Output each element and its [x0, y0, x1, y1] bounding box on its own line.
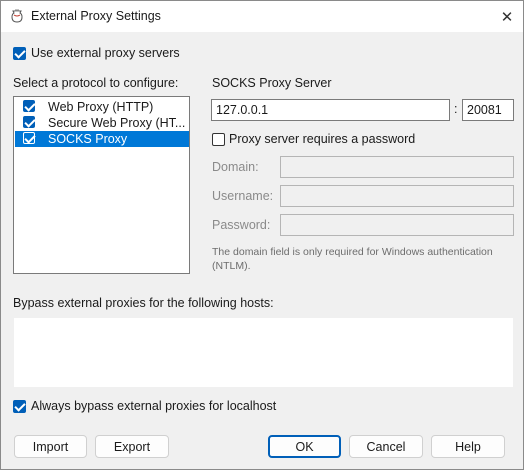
- server-heading: SOCKS Proxy Server: [212, 76, 332, 90]
- proxy-host-input[interactable]: 127.0.0.1: [211, 99, 450, 121]
- password-required-label[interactable]: Proxy server requires a password: [229, 132, 415, 146]
- window-title: External Proxy Settings: [31, 9, 161, 23]
- protocol-item-label: Secure Web Proxy (HT...: [48, 116, 186, 130]
- username-label: Username:: [212, 189, 274, 203]
- domain-field[interactable]: [280, 156, 514, 178]
- proxy-port-input[interactable]: 20081: [462, 99, 514, 121]
- import-button[interactable]: Import: [14, 435, 87, 458]
- password-field[interactable]: [280, 214, 514, 236]
- bypass-localhost-label[interactable]: Always bypass external proxies for local…: [31, 399, 276, 413]
- protocol-list-heading: Select a protocol to configure:: [13, 76, 179, 90]
- use-external-proxy-label[interactable]: Use external proxy servers: [31, 46, 180, 60]
- host-port-separator: :: [454, 102, 458, 116]
- external-proxy-settings-dialog: External Proxy Settings ✕ Use external p…: [0, 0, 524, 470]
- bypass-hosts-textarea[interactable]: [14, 318, 513, 387]
- protocol-http-checkbox[interactable]: [23, 100, 35, 112]
- protocol-https-checkbox[interactable]: [23, 116, 35, 128]
- protocol-item-http[interactable]: Web Proxy (HTTP): [15, 99, 189, 115]
- protocol-socks-checkbox[interactable]: [23, 132, 35, 144]
- close-icon: ✕: [500, 8, 514, 26]
- title-bar: External Proxy Settings ✕: [1, 1, 523, 32]
- export-button[interactable]: Export: [95, 435, 169, 458]
- ntlm-note: The domain field is only required for Wi…: [212, 246, 493, 272]
- username-field[interactable]: [280, 185, 514, 207]
- help-button[interactable]: Help: [431, 435, 505, 458]
- ok-button[interactable]: OK: [268, 435, 341, 458]
- protocol-item-https[interactable]: Secure Web Proxy (HT...: [15, 115, 189, 131]
- domain-label: Domain:: [212, 160, 259, 174]
- bypass-heading: Bypass external proxies for the followin…: [13, 296, 274, 310]
- protocol-item-label: Web Proxy (HTTP): [48, 100, 154, 114]
- protocol-list[interactable]: Web Proxy (HTTP) Secure Web Proxy (HT...…: [13, 96, 190, 274]
- charles-jug-icon: [11, 9, 23, 23]
- close-button[interactable]: ✕: [491, 2, 523, 31]
- password-label: Password:: [212, 218, 271, 232]
- password-required-checkbox[interactable]: [212, 133, 225, 146]
- cancel-button[interactable]: Cancel: [349, 435, 423, 458]
- bypass-localhost-checkbox[interactable]: [13, 400, 26, 413]
- protocol-item-socks[interactable]: SOCKS Proxy: [15, 131, 189, 147]
- protocol-item-label: SOCKS Proxy: [48, 132, 128, 146]
- use-external-proxy-checkbox[interactable]: [13, 47, 26, 60]
